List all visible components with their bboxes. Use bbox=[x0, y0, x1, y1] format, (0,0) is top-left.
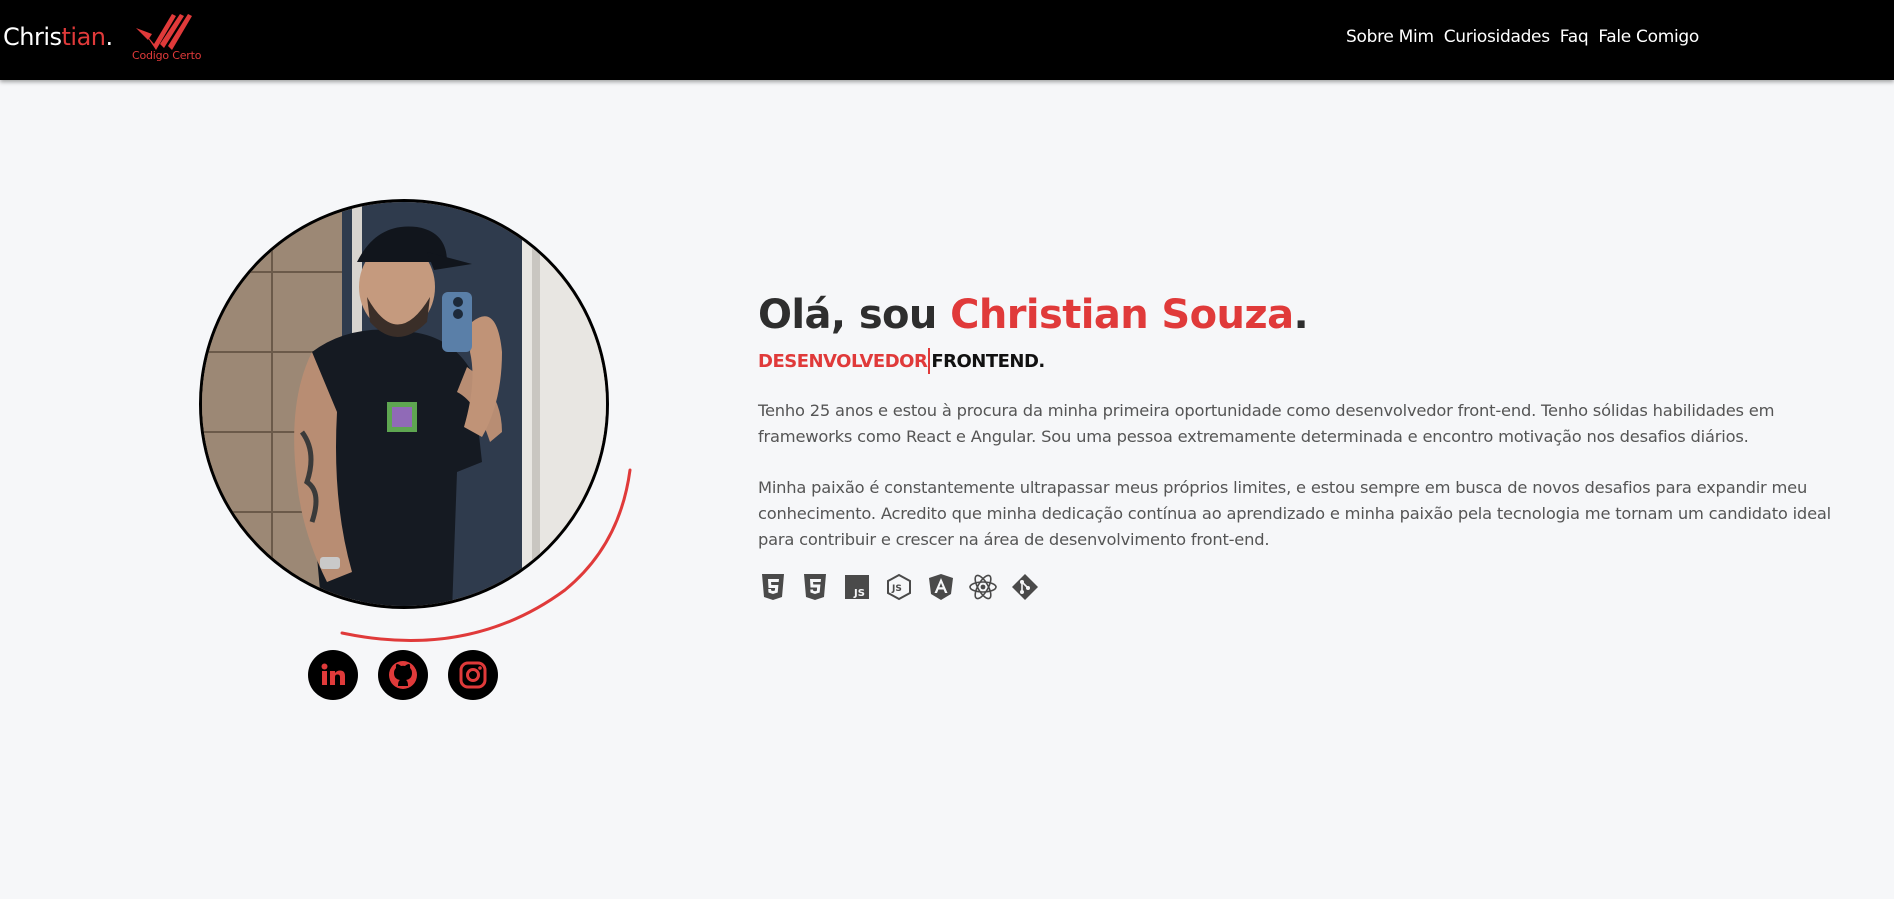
hero-content: Olá, sou Christian Souza. DESENVOLVEDOR … bbox=[758, 292, 1858, 553]
greeting-text: Olá, sou bbox=[758, 292, 951, 338]
html5-icon bbox=[758, 572, 788, 602]
linkedin-button[interactable] bbox=[308, 650, 358, 700]
github-button[interactable] bbox=[378, 650, 428, 700]
svg-text:JS: JS bbox=[853, 588, 865, 599]
nodejs-icon: JS bbox=[884, 572, 914, 602]
javascript-icon: JS bbox=[842, 572, 872, 602]
tech-stack-icons: JS JS bbox=[758, 572, 1040, 602]
brand-first: Chris bbox=[3, 23, 62, 51]
logo-text: Codigo Certo bbox=[132, 49, 202, 62]
nav-sobre-mim[interactable]: Sobre Mim bbox=[1346, 27, 1434, 47]
hero-heading: Olá, sou Christian Souza. bbox=[758, 292, 1858, 338]
instagram-icon bbox=[459, 661, 487, 689]
role-part1: DESENVOLVEDOR bbox=[758, 350, 928, 372]
svg-text:JS: JS bbox=[891, 584, 902, 594]
nav-faq[interactable]: Faq bbox=[1560, 27, 1589, 47]
brand-name[interactable]: Christian. bbox=[3, 23, 113, 51]
brand-dot: . bbox=[105, 23, 114, 51]
role-part2: FRONTEND. bbox=[931, 350, 1045, 372]
angular-icon bbox=[926, 572, 956, 602]
decorative-arc bbox=[340, 468, 632, 642]
greeting-dot: . bbox=[1293, 292, 1309, 338]
nav-fale-comigo[interactable]: Fale Comigo bbox=[1598, 27, 1699, 47]
typing-caret bbox=[928, 348, 931, 374]
brand-second: tian bbox=[61, 23, 107, 51]
bio-paragraph-1: Tenho 25 anos e estou à procura da minha… bbox=[758, 401, 1775, 446]
bio-paragraph-2: Minha paixão é constantemente ultrapassa… bbox=[758, 478, 1831, 549]
hero-name: Christian Souza bbox=[950, 292, 1294, 338]
react-icon bbox=[968, 572, 998, 602]
instagram-button[interactable] bbox=[448, 650, 498, 700]
social-links bbox=[308, 650, 498, 700]
git-icon bbox=[1010, 572, 1040, 602]
role-title: DESENVOLVEDOR FRONTEND. bbox=[758, 348, 1858, 374]
nav-curiosidades[interactable]: Curiosidades bbox=[1444, 27, 1550, 47]
github-icon bbox=[389, 661, 417, 689]
linkedin-icon bbox=[321, 663, 345, 685]
main-nav: Sobre Mim Curiosidades Faq Fale Comigo bbox=[1346, 27, 1699, 47]
top-navbar: Christian. Codigo Certo Sobre Mim Curios… bbox=[0, 0, 1894, 80]
css3-icon bbox=[800, 572, 830, 602]
